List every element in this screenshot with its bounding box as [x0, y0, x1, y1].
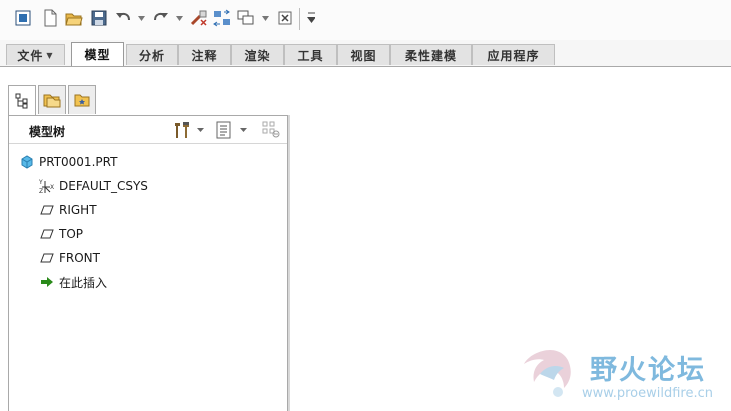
tree-item-right-plane[interactable]: RIGHT	[39, 200, 97, 220]
csys-icon: YZ X	[39, 178, 55, 194]
tools-icon	[175, 122, 189, 138]
tab-label: 文件	[17, 48, 44, 63]
tab-folder-browser[interactable]	[38, 85, 66, 114]
chevron-down-icon	[240, 128, 247, 132]
favorites-icon	[74, 94, 90, 107]
tab-file[interactable]: 文件 ▼	[6, 44, 65, 65]
tree-filter-icon	[262, 121, 280, 138]
part-icon	[19, 154, 35, 170]
model-tree-header: 模型树	[9, 116, 287, 144]
tree-item-front-plane[interactable]: FRONT	[39, 248, 100, 268]
tree-item-top-plane[interactable]: TOP	[39, 224, 83, 244]
watermark-logo-icon	[524, 350, 571, 397]
svg-text:Z: Z	[39, 188, 43, 194]
tab-favorites[interactable]	[68, 85, 96, 114]
toolbar-separator	[299, 8, 300, 30]
tree-item-label: DEFAULT_CSYS	[59, 179, 148, 193]
panel-title: 模型树	[29, 125, 66, 139]
switch-windows-icon[interactable]	[213, 9, 231, 27]
open-icon[interactable]	[65, 9, 83, 27]
panel-splitter[interactable]	[288, 115, 290, 411]
tree-item-insert-here[interactable]: 在此插入	[39, 272, 107, 292]
close-icon[interactable]	[276, 9, 294, 27]
tree-item-label: FRONT	[59, 251, 100, 265]
navigator-panel: 模型树 PRT0001.PRT YZ X DEFAULT_CSYS RIGHT T…	[8, 115, 288, 411]
list-icon	[216, 121, 231, 139]
tree-item-label: TOP	[59, 227, 84, 241]
tree-item-csys[interactable]: YZ X DEFAULT_CSYS	[39, 176, 148, 196]
tab-label: 工具	[297, 48, 324, 63]
undo-dropdown-icon[interactable]	[137, 13, 145, 23]
tab-annotate[interactable]: 注释	[178, 44, 231, 65]
svg-text:Y: Y	[39, 179, 43, 186]
quick-access-toolbar	[0, 0, 731, 41]
tab-flexible-modeling[interactable]: 柔性建模	[390, 44, 472, 65]
redo-dropdown-icon[interactable]	[175, 13, 183, 23]
watermark-title: 野火论坛	[590, 355, 706, 386]
window-icon[interactable]	[14, 9, 32, 27]
tab-analysis[interactable]: 分析	[126, 44, 178, 65]
tab-view[interactable]: 视图	[337, 44, 390, 65]
tab-label: 柔性建模	[404, 48, 457, 63]
forum-watermark: 野火论坛 www.proewildfire.cn	[518, 344, 728, 410]
tab-label: 应用程序	[487, 48, 540, 63]
datum-plane-icon	[39, 250, 55, 266]
tab-label: 分析	[138, 48, 165, 63]
folder-browser-icon	[43, 94, 61, 108]
watermark-url: www.proewildfire.cn	[582, 386, 713, 401]
model-tree-icon	[15, 93, 28, 109]
insert-arrow-icon	[39, 274, 55, 290]
new-icon[interactable]	[41, 9, 59, 27]
chevron-down-icon	[197, 128, 204, 132]
undo-icon[interactable]	[114, 9, 132, 27]
chevron-down-icon: ▼	[46, 50, 54, 60]
tree-item-label: 在此插入	[59, 275, 108, 290]
tree-item-label: PRT0001.PRT	[39, 155, 118, 169]
windows-icon[interactable]	[237, 9, 255, 27]
tab-tools[interactable]: 工具	[284, 44, 337, 65]
windows-dropdown-icon[interactable]	[261, 13, 269, 23]
tab-label: 视图	[350, 48, 377, 63]
customize-toolbar-icon[interactable]	[307, 12, 315, 23]
show-button[interactable]	[215, 120, 249, 140]
save-icon[interactable]	[90, 9, 108, 27]
redo-icon[interactable]	[152, 9, 170, 27]
tree-item-label: RIGHT	[59, 203, 97, 217]
tab-model-tree[interactable]	[8, 85, 36, 116]
tab-label: 渲染	[244, 48, 271, 63]
regenerate-icon[interactable]	[190, 9, 208, 27]
datum-plane-icon	[39, 202, 55, 218]
tab-applications[interactable]: 应用程序	[472, 44, 555, 65]
ribbon-tab-bar: 文件 ▼ 模型 分析 注释 渲染 工具 视图 柔性建模 应用程序	[0, 40, 731, 67]
datum-plane-icon	[39, 226, 55, 242]
tab-label: 模型	[84, 48, 111, 62]
tab-model[interactable]: 模型	[71, 42, 124, 66]
settings-button[interactable]	[172, 120, 206, 140]
filter-button[interactable]	[262, 120, 282, 140]
tree-item-part[interactable]: PRT0001.PRT	[19, 152, 117, 172]
tab-render[interactable]: 渲染	[231, 44, 284, 65]
svg-text:X: X	[50, 184, 54, 191]
tab-label: 注释	[191, 48, 218, 63]
